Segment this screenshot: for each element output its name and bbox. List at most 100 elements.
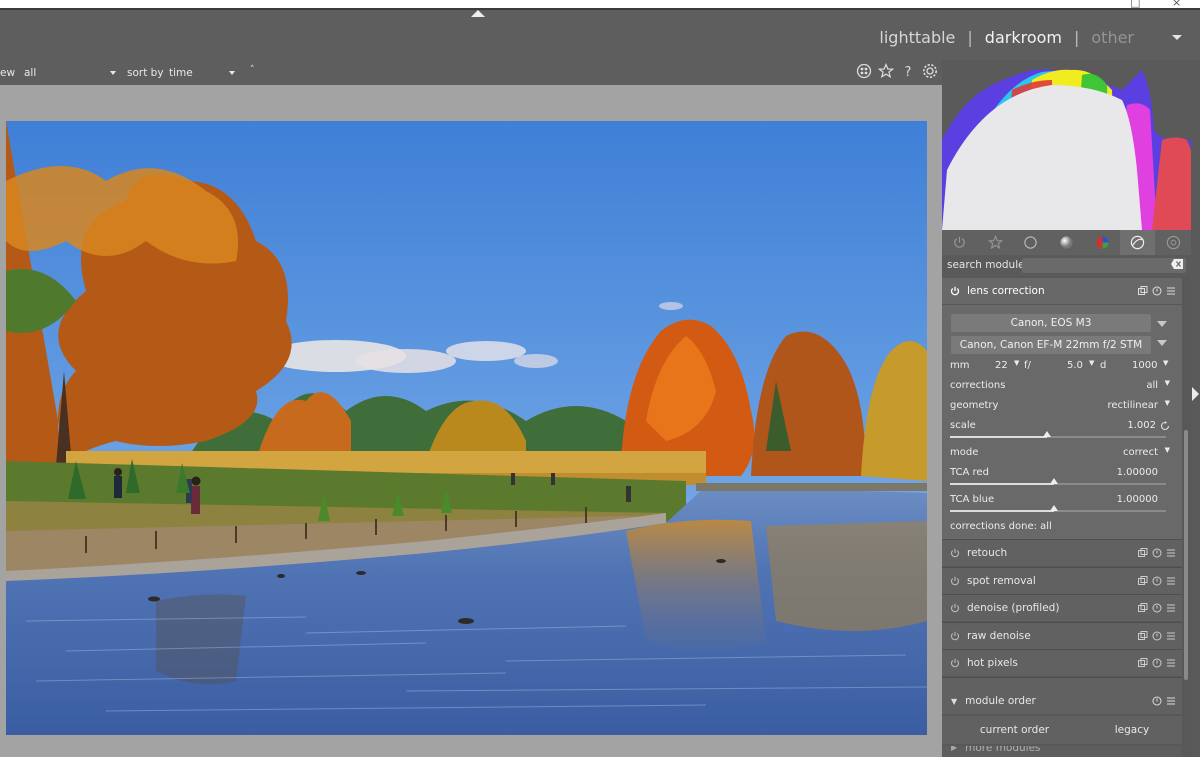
geometry-value[interactable]: rectilinear	[1107, 400, 1158, 411]
module-item[interactable]: hot pixels	[942, 650, 1182, 676]
module-item[interactable]: retouch	[942, 540, 1182, 566]
module-lens-correction[interactable]: lens correction	[942, 278, 1182, 304]
main-photo[interactable]	[6, 121, 927, 735]
d-value[interactable]: 1000	[1132, 360, 1157, 371]
power-icon[interactable]	[950, 548, 960, 558]
corrections-row[interactable]: corrections all ▼	[950, 379, 1170, 391]
slider-knob[interactable]	[1050, 505, 1058, 511]
chevron-down-icon[interactable]	[1157, 321, 1167, 327]
module-order-title: module order	[965, 695, 1036, 707]
tab-active-modules[interactable]	[942, 230, 978, 255]
chevron-down-icon[interactable]	[1172, 35, 1182, 40]
panel-scrollbar[interactable]	[1184, 430, 1188, 680]
tab-tone[interactable]	[1049, 230, 1085, 255]
tca-red-row[interactable]: TCA red 1.00000	[950, 467, 1170, 478]
expand-arrow-icon[interactable]: ▶	[951, 746, 957, 752]
tab-favorites[interactable]	[978, 230, 1014, 255]
reset-icon[interactable]	[1152, 576, 1162, 586]
menu-icon[interactable]	[1166, 603, 1176, 613]
image-canvas[interactable]	[0, 85, 942, 757]
tca-blue-value[interactable]: 1.00000	[1117, 494, 1158, 505]
chevron-down-icon[interactable]	[110, 67, 116, 79]
legacy-order-button[interactable]: legacy	[1092, 716, 1172, 744]
power-icon[interactable]	[950, 631, 960, 641]
reset-icon[interactable]	[1152, 696, 1162, 706]
expand-arrow-icon[interactable]: ▼	[951, 697, 957, 706]
collapse-right-arrow-icon[interactable]	[1192, 387, 1199, 401]
scale-value[interactable]: 1.002	[1127, 420, 1156, 431]
view-filter-value[interactable]: all	[24, 67, 36, 79]
star-icon[interactable]	[878, 63, 894, 79]
reset-icon[interactable]	[1152, 286, 1162, 296]
power-icon[interactable]	[950, 286, 960, 296]
mode-row[interactable]: mode correct ▼	[950, 446, 1170, 458]
copy-icon[interactable]	[1138, 548, 1148, 558]
geometry-row[interactable]: geometry rectilinear ▼	[950, 399, 1170, 411]
chevron-down-icon[interactable]: ▼	[1165, 446, 1170, 454]
copy-icon[interactable]	[1138, 603, 1148, 613]
copy-icon[interactable]	[1138, 286, 1148, 296]
chevron-down-icon[interactable]	[229, 67, 235, 79]
camera-select[interactable]: Canon, EOS M3	[951, 314, 1151, 332]
sort-value[interactable]: time	[169, 67, 193, 79]
reset-icon[interactable]	[1152, 548, 1162, 558]
module-item-partial[interactable]	[942, 677, 1182, 688]
menu-icon[interactable]	[1166, 658, 1176, 668]
current-order-button[interactable]: current order	[942, 716, 1087, 744]
tca-red-slider[interactable]	[950, 478, 1166, 485]
gear-icon[interactable]	[922, 63, 938, 79]
tab-color[interactable]	[1084, 230, 1120, 255]
reset-icon[interactable]	[1152, 658, 1162, 668]
chevron-down-icon[interactable]: ▼	[1165, 399, 1170, 407]
menu-icon[interactable]	[1166, 548, 1176, 558]
f-value[interactable]: 5.0	[1067, 360, 1083, 371]
menu-icon[interactable]	[1166, 696, 1176, 706]
more-modules-header[interactable]: ▶ more modules	[942, 746, 1182, 757]
sort-order-icon[interactable]: ˄	[250, 65, 255, 75]
copy-icon[interactable]	[1138, 658, 1148, 668]
view-darkroom[interactable]: darkroom	[985, 28, 1062, 47]
lens-select[interactable]: Canon, Canon EF-M 22mm f/2 STM	[951, 336, 1151, 354]
tca-red-value[interactable]: 1.00000	[1117, 467, 1158, 478]
refresh-icon[interactable]	[1160, 421, 1170, 431]
view-lighttable[interactable]: lighttable	[879, 28, 955, 47]
chevron-down-icon[interactable]	[1157, 340, 1167, 346]
power-icon[interactable]	[950, 576, 960, 586]
help-icon[interactable]: ?	[900, 63, 916, 79]
search-input[interactable]	[1022, 258, 1186, 273]
slider-knob[interactable]	[1050, 478, 1058, 484]
slider-knob[interactable]	[1043, 431, 1051, 437]
menu-icon[interactable]	[1166, 576, 1176, 586]
chevron-down-icon[interactable]: ▼	[1089, 359, 1094, 367]
corrections-value[interactable]: all	[1146, 380, 1158, 391]
module-item[interactable]: spot removal	[942, 567, 1182, 594]
chevron-down-icon[interactable]: ▼	[1163, 359, 1168, 367]
reset-icon[interactable]	[1152, 631, 1162, 641]
menu-icon[interactable]	[1166, 286, 1176, 296]
tab-correct[interactable]	[1119, 230, 1156, 255]
copy-icon[interactable]	[1138, 575, 1148, 586]
mode-value[interactable]: correct	[1123, 447, 1158, 458]
power-icon[interactable]	[950, 658, 960, 668]
chevron-down-icon[interactable]: ▼	[1014, 359, 1019, 367]
module-item[interactable]: denoise (profiled)	[942, 595, 1182, 621]
chevron-down-icon[interactable]: ▼	[1165, 379, 1170, 387]
clear-icon[interactable]	[1171, 259, 1183, 269]
reset-icon[interactable]	[1152, 603, 1162, 613]
scale-row[interactable]: scale 1.002	[950, 420, 1170, 431]
module-item[interactable]: raw denoise	[942, 622, 1182, 649]
mm-value[interactable]: 22	[995, 360, 1008, 371]
scale-slider[interactable]	[950, 431, 1166, 438]
copy-icon[interactable]	[1138, 630, 1148, 641]
grouping-icon[interactable]	[856, 63, 872, 79]
histogram[interactable]	[942, 60, 1191, 230]
tab-base[interactable]	[1013, 230, 1049, 255]
menu-icon[interactable]	[1166, 631, 1176, 641]
tca-blue-slider[interactable]	[950, 505, 1166, 512]
power-icon[interactable]	[950, 603, 960, 613]
tab-effect[interactable]	[1155, 230, 1191, 255]
tca-blue-row[interactable]: TCA blue 1.00000	[950, 494, 1170, 505]
module-order-header[interactable]: ▼ module order	[942, 688, 1182, 714]
view-other[interactable]: other	[1091, 28, 1134, 47]
collapse-top-arrow-icon[interactable]	[471, 10, 485, 17]
